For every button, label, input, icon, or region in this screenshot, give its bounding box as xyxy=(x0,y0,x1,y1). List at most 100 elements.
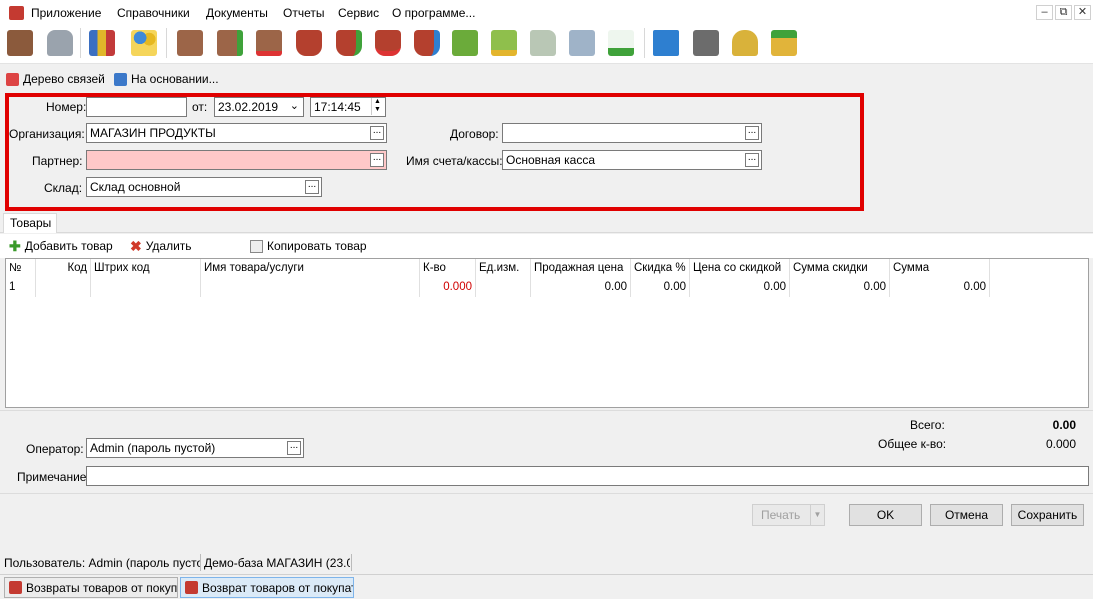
cell-name[interactable] xyxy=(201,279,420,297)
menu-service[interactable]: Сервис xyxy=(338,6,379,20)
total-qty-label: Общее к-во: xyxy=(878,437,947,451)
task-return-document[interactable]: Возврат товаров от покупате xyxy=(180,577,354,598)
delete-item-button[interactable]: ✖ Удалить xyxy=(130,239,192,253)
goods-table[interactable]: № Код Штрих код Имя товара/услуги К-во Е… xyxy=(5,258,1089,408)
tab-strip-line xyxy=(0,232,1093,233)
col-sum-discount[interactable]: Сумма скидки xyxy=(790,259,890,279)
task-bar: Возвраты товаров от покупате Возврат тов… xyxy=(0,574,1093,599)
col-qty[interactable]: К-во xyxy=(420,259,476,279)
app-icon xyxy=(9,6,24,20)
status-db: Демо-база МАГАЗИН (23.0 xyxy=(204,556,350,570)
menu-reports[interactable]: Отчеты xyxy=(283,6,324,20)
books-icon[interactable] xyxy=(86,26,118,60)
cell-code[interactable] xyxy=(36,279,91,297)
col-barcode[interactable]: Штрих код xyxy=(91,259,201,279)
total-label: Всего: xyxy=(910,418,945,432)
tree-link[interactable]: Дерево связей xyxy=(6,72,105,86)
basket-add-icon[interactable] xyxy=(333,26,365,60)
menu-about[interactable]: О программе... xyxy=(392,6,475,20)
col-num[interactable]: № xyxy=(6,259,36,279)
ok-button[interactable]: OK xyxy=(849,504,922,526)
basket-star-icon[interactable] xyxy=(293,26,325,60)
scales-icon[interactable] xyxy=(729,26,761,60)
toolbar-separator xyxy=(644,28,645,58)
restore-button[interactable]: ⧉ xyxy=(1055,5,1072,20)
col-name[interactable]: Имя товара/услуги xyxy=(201,259,420,279)
buttons-divider xyxy=(0,493,1093,494)
lock-icon[interactable] xyxy=(44,26,76,60)
status-user: Пользователь: Admin (пароль пусто xyxy=(4,556,200,570)
exit-icon[interactable] xyxy=(4,26,36,60)
cell-price-discount[interactable]: 0.00 xyxy=(690,279,790,297)
cell-unit[interactable] xyxy=(476,279,531,297)
toolbar-separator xyxy=(80,28,81,58)
print-button-label: Печать xyxy=(761,508,801,522)
menu-documents[interactable]: Документы xyxy=(206,6,268,20)
operator-label: Оператор: xyxy=(26,442,84,456)
status-divider xyxy=(200,554,201,571)
users-icon[interactable] xyxy=(128,26,160,60)
copy-icon xyxy=(250,239,263,253)
export-icon[interactable] xyxy=(650,26,682,60)
highlight-frame xyxy=(5,93,864,211)
tree-link-label: Дерево связей xyxy=(23,72,105,86)
based-on-link[interactable]: На основании... xyxy=(114,72,219,86)
printer-icon[interactable] xyxy=(690,26,722,60)
delete-icon: ✖ xyxy=(130,238,142,254)
link-bar: Дерево связей На основании... xyxy=(0,68,1093,90)
copy-item-label: Копировать товар xyxy=(267,239,367,253)
note-label: Примечание: xyxy=(17,470,90,484)
total-qty-value: 0.000 xyxy=(1045,437,1076,451)
operator-field[interactable]: Admin (пароль пустой) ... xyxy=(86,438,304,458)
add-item-button[interactable]: ✚ Добавить товар xyxy=(9,239,113,253)
status-divider xyxy=(351,554,352,571)
footer-divider xyxy=(0,410,1093,411)
col-code[interactable]: Код xyxy=(36,259,91,279)
menu-bar: Приложение Справочники Документы Отчеты … xyxy=(0,0,1093,26)
doc-add-icon[interactable] xyxy=(214,26,246,60)
cell-price[interactable]: 0.00 xyxy=(531,279,631,297)
col-price[interactable]: Продажная цена xyxy=(531,259,631,279)
operator-select-button[interactable]: ... xyxy=(287,441,301,455)
menu-directories[interactable]: Справочники xyxy=(117,6,190,20)
returns-icon xyxy=(185,581,198,594)
doc-remove-icon[interactable] xyxy=(253,26,285,60)
basket-remove-icon[interactable] xyxy=(372,26,404,60)
plus-icon: ✚ xyxy=(9,238,21,254)
copy-item-button[interactable]: Копировать товар xyxy=(250,239,367,253)
money-icon[interactable] xyxy=(449,26,481,60)
grid-toolbar: ✚ Добавить товар ✖ Удалить Копировать то… xyxy=(0,234,1093,258)
col-unit[interactable]: Ед.изм. xyxy=(476,259,531,279)
cell-discount[interactable]: 0.00 xyxy=(631,279,690,297)
cash-icon[interactable] xyxy=(488,26,520,60)
cell-sum[interactable]: 0.00 xyxy=(890,279,990,297)
cell-num[interactable]: 1 xyxy=(6,279,36,297)
total-value: 0.00 xyxy=(1052,418,1076,432)
upload-icon[interactable] xyxy=(768,26,800,60)
col-sum[interactable]: Сумма xyxy=(890,259,990,279)
doc-new-icon[interactable] xyxy=(174,26,206,60)
col-discount[interactable]: Скидка % xyxy=(631,259,690,279)
task-return-document-label: Возврат товаров от покупате xyxy=(202,580,354,595)
cancel-button[interactable]: Отмена xyxy=(930,504,1003,526)
cell-barcode[interactable] xyxy=(91,279,201,297)
task-returns-list[interactable]: Возвраты товаров от покупате xyxy=(4,577,178,598)
menu-app[interactable]: Приложение xyxy=(31,6,101,20)
tree-icon xyxy=(6,72,19,86)
based-on-icon xyxy=(114,72,127,86)
spellcheck-icon[interactable] xyxy=(605,26,637,60)
basket-move-icon[interactable] xyxy=(411,26,443,60)
cell-qty[interactable]: 0.000 xyxy=(420,279,476,297)
cell-sum-discount[interactable]: 0.00 xyxy=(790,279,890,297)
tab-goods[interactable]: Товары xyxy=(3,213,57,233)
calculator-icon[interactable] xyxy=(566,26,598,60)
close-button[interactable]: ✕ xyxy=(1074,5,1091,20)
col-price-discount[interactable]: Цена со скидкой xyxy=(690,259,790,279)
truck-icon[interactable] xyxy=(527,26,559,60)
add-item-label: Добавить товар xyxy=(24,239,113,253)
note-field[interactable] xyxy=(86,466,1089,486)
delete-item-label: Удалить xyxy=(145,239,192,253)
chevron-down-icon: ▼ xyxy=(810,505,824,525)
save-button[interactable]: Сохранить xyxy=(1011,504,1084,526)
minimize-button[interactable]: – xyxy=(1036,5,1053,20)
